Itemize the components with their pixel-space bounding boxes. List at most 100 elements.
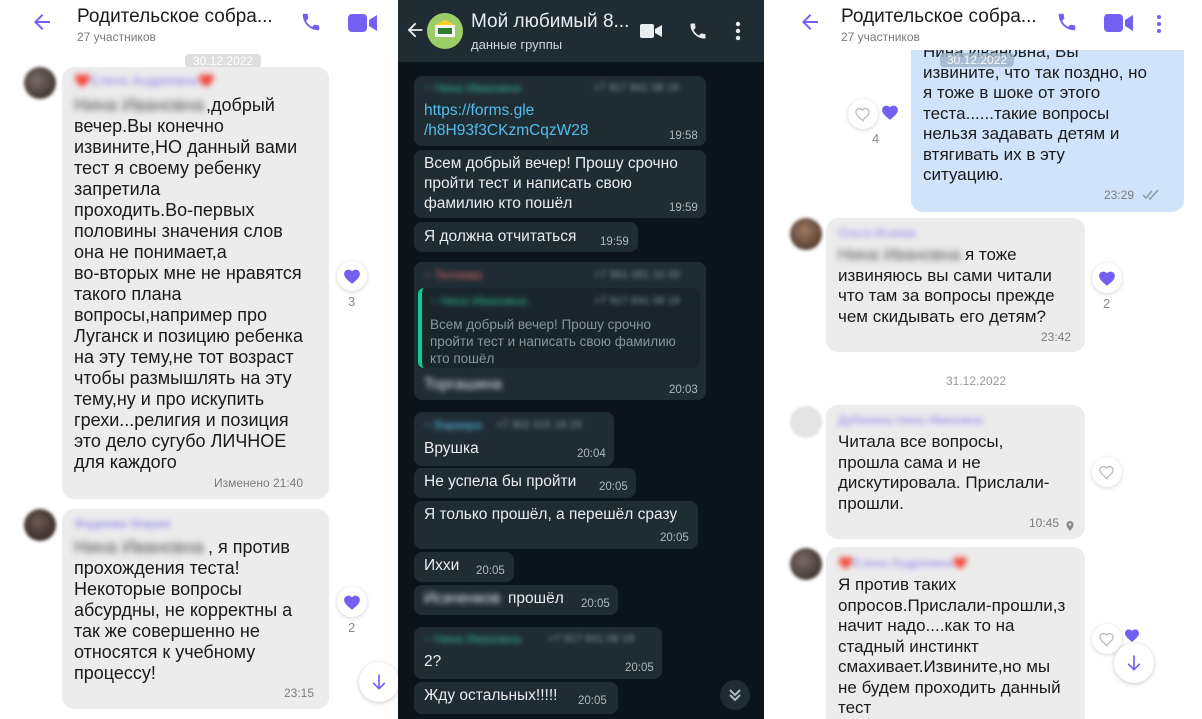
sender-name: Дубинина Нина Ивановна bbox=[838, 413, 983, 427]
message-time: 20:05 bbox=[625, 662, 654, 674]
call-icon[interactable] bbox=[300, 11, 322, 38]
read-checkmarks-icon bbox=[1142, 188, 1160, 206]
double-chevron-down-icon bbox=[729, 689, 741, 702]
chat-title[interactable]: Родительское собра... bbox=[77, 6, 287, 28]
message-text: Жду остальных!!!!! bbox=[424, 687, 558, 704]
message-text: Торгашина bbox=[424, 376, 502, 393]
chat-header: Родительское собра... 27 участников bbox=[768, 0, 1202, 50]
like-button[interactable] bbox=[1092, 457, 1122, 487]
message-text: Я только прошёл, а перешёл сразу bbox=[424, 506, 678, 523]
message-text: Я против таких опросов.Прислали-прошли,з… bbox=[838, 575, 1066, 717]
call-icon[interactable] bbox=[688, 21, 708, 46]
date-pill: 30.12.2022 bbox=[940, 53, 1015, 67]
message-text: 2? bbox=[424, 653, 442, 670]
sender-phone: +7 902 015 18 25 bbox=[496, 419, 582, 431]
participants-count: 27 участников bbox=[77, 30, 156, 44]
arrow-down-icon bbox=[1127, 655, 1141, 671]
sender-name: ❤️Елена Андреевна❤️ bbox=[74, 73, 215, 88]
back-arrow-icon[interactable] bbox=[404, 19, 426, 46]
chat-title[interactable]: Родительское собра... bbox=[841, 6, 1041, 28]
scroll-down-button[interactable] bbox=[720, 680, 750, 710]
message-text: я тоже извиняюсь вы сами читали что там … bbox=[838, 245, 1055, 326]
date-pill: 30.12.2022 bbox=[185, 54, 262, 68]
avatar[interactable] bbox=[790, 218, 822, 250]
sender-name: Ольга Исаева bbox=[838, 226, 916, 240]
message-text: Врушка bbox=[424, 440, 479, 457]
chat-header: Мой любимый 8... данные группы bbox=[398, 0, 764, 62]
heart-outline-icon bbox=[855, 107, 870, 122]
group-avatar[interactable] bbox=[427, 13, 463, 49]
back-arrow-icon[interactable] bbox=[798, 10, 822, 41]
message-time: 10:45 bbox=[1029, 516, 1060, 530]
blurred-sender: Исаченков bbox=[424, 590, 501, 607]
message-text: , я против прохождения теста! Некоторые … bbox=[74, 537, 293, 683]
message-time: 19:59 bbox=[669, 202, 698, 214]
date-separator: 31.12.2022 bbox=[946, 374, 1007, 388]
quoted-text: Всем добрый вечер! Прошу срочно пройти т… bbox=[430, 317, 676, 366]
call-icon[interactable] bbox=[1056, 11, 1078, 38]
message-text: Я должна отчитаться bbox=[424, 228, 577, 245]
message-text: прошёл bbox=[508, 590, 564, 607]
message-time: 20:05 bbox=[476, 565, 505, 577]
scroll-down-button[interactable] bbox=[359, 662, 398, 702]
sender-name: ~ Варвара bbox=[424, 418, 482, 432]
back-arrow-icon[interactable] bbox=[30, 10, 54, 41]
message-text: ,добрый вечер.Вы конечно извините,НО дан… bbox=[74, 95, 303, 472]
chat-title[interactable]: Мой любимый 8... bbox=[471, 11, 629, 33]
sender-name: ~ Нина Ивановна bbox=[424, 81, 521, 95]
avatar[interactable] bbox=[24, 67, 56, 99]
sender-name: ~ Нина Ивановна bbox=[424, 632, 521, 646]
location-pin-icon bbox=[1066, 518, 1074, 536]
quoted-sender: ~ Нина Ивановна bbox=[430, 294, 527, 308]
heart-outline-icon bbox=[1099, 632, 1114, 647]
like-button[interactable] bbox=[337, 587, 367, 617]
like-count: 2 bbox=[1103, 296, 1111, 311]
avatar[interactable] bbox=[790, 548, 822, 580]
like-button[interactable] bbox=[848, 99, 878, 129]
avatar[interactable] bbox=[790, 406, 822, 438]
more-options-icon[interactable] bbox=[1156, 14, 1162, 39]
whatsapp-chat: Мой любимый 8... данные группы ~ Нина Ив… bbox=[398, 0, 764, 719]
heart-filled-icon bbox=[344, 269, 360, 284]
message-text: Иххи bbox=[424, 557, 460, 574]
viber-chat-right: Родительское собра... 27 участников 30.1… bbox=[768, 0, 1202, 719]
like-button[interactable] bbox=[337, 261, 367, 291]
message-time: 20:05 bbox=[581, 598, 610, 610]
sender-phone: +7 917 841 08 19 bbox=[548, 633, 634, 645]
like-count: 3 bbox=[348, 294, 356, 309]
like-count: 4 bbox=[872, 131, 880, 146]
more-options-icon[interactable] bbox=[735, 21, 741, 46]
heart-filled-icon bbox=[1099, 271, 1115, 286]
message-time: 23:29 bbox=[1104, 188, 1135, 202]
scroll-down-button[interactable] bbox=[1114, 643, 1154, 683]
message-time: 19:58 bbox=[669, 130, 698, 142]
sender-phone: +7 917 841 08 19 bbox=[593, 82, 679, 94]
like-count: 2 bbox=[348, 620, 356, 635]
heart-filled-icon bbox=[344, 595, 360, 610]
message-text: Не успела бы пройти bbox=[424, 473, 577, 490]
message-time: 23:42 bbox=[1041, 330, 1072, 344]
message-time: 20:05 bbox=[660, 532, 689, 544]
message-time: 20:05 bbox=[599, 481, 628, 493]
avatar[interactable] bbox=[24, 509, 56, 541]
message-time: Изменено 21:40 bbox=[214, 476, 304, 490]
arrow-down-icon bbox=[372, 674, 386, 690]
chat-subtitle: данные группы bbox=[471, 37, 563, 52]
sender-phone: +7 961 081 16 09 bbox=[594, 269, 680, 281]
form-link[interactable]: https://forms.gle /h8H93f3CKzmCqzW28 bbox=[424, 101, 589, 141]
video-call-icon[interactable] bbox=[640, 23, 662, 44]
chat-header: Родительское собра... 27 участников bbox=[0, 0, 398, 50]
message-time: 23:15 bbox=[284, 686, 315, 700]
participants-count: 27 участников bbox=[841, 30, 920, 44]
message-text: Всем добрый вечер! Прошу срочно пройти т… bbox=[424, 155, 678, 212]
quoted-phone: +7 917 841 08 19 bbox=[594, 295, 680, 307]
school-icon bbox=[427, 13, 463, 49]
video-call-icon[interactable] bbox=[1104, 12, 1134, 39]
screenshot-collage: Родительское собра... 27 участников 30.1… bbox=[0, 0, 1202, 719]
message-time: 20:03 bbox=[669, 384, 698, 396]
heart-outline-icon bbox=[1099, 465, 1114, 480]
like-button[interactable] bbox=[1092, 263, 1122, 293]
video-call-icon[interactable] bbox=[348, 12, 378, 39]
message-time: 19:59 bbox=[600, 236, 629, 248]
sender-name: ~ Тютиева bbox=[424, 268, 482, 282]
